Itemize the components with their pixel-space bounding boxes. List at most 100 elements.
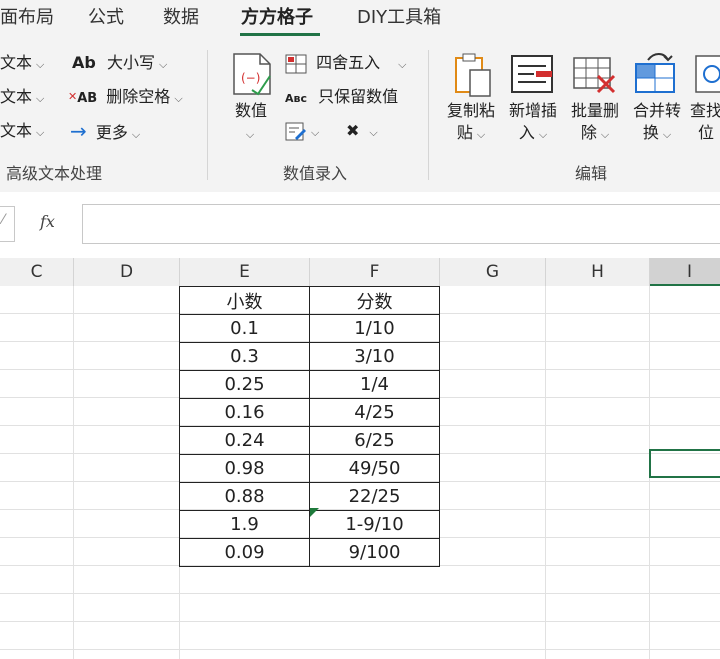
column-header-f[interactable]: F (310, 258, 440, 286)
fraction-cell[interactable]: 9/100 (309, 538, 440, 567)
form-edit-icon (285, 122, 306, 140)
tab-formulas[interactable]: 公式 (88, 6, 124, 30)
keep-value-button[interactable]: Aʙc 只保留数值 (285, 86, 398, 108)
case-button-label: 大小写 (106, 53, 155, 72)
delete-space-icon: ✕AB (68, 90, 98, 106)
fx-icon[interactable]: fx (40, 212, 55, 231)
chevron-down-icon: ⌵ (538, 128, 548, 141)
chevron-down-icon: ⌵ (174, 92, 183, 105)
merge-convert-label-1: 合并转 (632, 101, 681, 120)
text-button-3[interactable]: 文本 ⌵ (0, 120, 44, 142)
tools-icon: ✖ (346, 121, 360, 140)
chevron-down-icon: ⌵ (600, 128, 610, 141)
grid-line (0, 593, 720, 594)
decimal-cell[interactable]: 0.16 (179, 398, 310, 427)
chevron-down-icon: ⌵ (311, 126, 320, 139)
column-header-e[interactable]: E (180, 258, 310, 286)
find-locate-icon[interactable] (694, 54, 720, 96)
fraction-cell[interactable]: 22/25 (309, 482, 440, 511)
decimal-cell[interactable]: 0.25 (179, 370, 310, 399)
chevron-down-icon: ⌵ (36, 126, 45, 139)
tab-fangfang[interactable]: 方方格子 (241, 6, 313, 30)
text-button-3-label: 文本 (0, 121, 33, 140)
fraction-cell[interactable]: 6/25 (309, 426, 440, 455)
error-indicator-icon[interactable] (310, 508, 319, 517)
group-label-edit: 编辑 (575, 164, 608, 183)
insert-label-1: 新增插 (508, 101, 557, 120)
fraction-cell[interactable]: 4/25 (309, 398, 440, 427)
delete-space-button[interactable]: ✕AB 删除空格 ⌵ (68, 86, 183, 108)
batch-delete-label-2: 除 (580, 123, 597, 142)
column-header-c[interactable]: C (0, 258, 74, 286)
decimal-cell[interactable]: 0.3 (179, 342, 310, 371)
merge-convert-icon[interactable] (634, 50, 680, 96)
text-button-1[interactable]: 文本 ⌵ (0, 52, 44, 74)
tab-diy-toolbox[interactable]: DIY工具箱 (357, 6, 441, 30)
edit-form-button[interactable]: ⌵ (285, 120, 319, 142)
data-table: 小数 分数 0.1 1/10 0.3 3/10 0.25 1/4 0.16 4/… (179, 286, 440, 567)
insert-icon[interactable] (510, 54, 556, 96)
fraction-cell[interactable]: 49/50 (309, 454, 440, 483)
formula-input[interactable] (82, 204, 720, 244)
column-header-d[interactable]: D (74, 258, 180, 286)
numeric-value-icon[interactable]: (−) (230, 52, 274, 96)
text-button-1-label: 文本 (0, 53, 33, 72)
copy-paste-label[interactable]: 复制粘贴 ⌵ (440, 100, 502, 146)
grid-line (0, 649, 720, 650)
table-row: 0.09 9/100 (179, 538, 440, 567)
header-cell-decimal[interactable]: 小数 (179, 286, 310, 315)
decimal-cell[interactable]: 0.09 (179, 538, 310, 567)
table-row: 0.16 4/25 (179, 398, 440, 427)
active-tab-indicator (240, 33, 320, 36)
decimal-cell[interactable]: 0.88 (179, 482, 310, 511)
decimal-cell[interactable]: 0.1 (179, 314, 310, 343)
table-row: 0.3 3/10 (179, 342, 440, 371)
group-label-text-processing: 高级文本处理 (6, 164, 103, 183)
fraction-cell[interactable]: 1-9/10 (309, 510, 440, 539)
insert-label[interactable]: 新增插入 ⌵ (502, 100, 564, 146)
tools-button[interactable]: ✖ ⌵ (346, 120, 378, 142)
column-headers: C D E F G H I (0, 258, 720, 287)
group-label-numeric: 数值录入 (283, 164, 348, 183)
table-row: 0.25 1/4 (179, 370, 440, 399)
sheet-grid[interactable]: 小数 分数 0.1 1/10 0.3 3/10 0.25 1/4 0.16 4/… (0, 286, 720, 659)
chevron-down-icon: ⌵ (36, 92, 45, 105)
text-button-2[interactable]: 文本 ⌵ (0, 86, 44, 108)
active-cell-selection[interactable] (649, 449, 720, 478)
fraction-cell[interactable]: 1/10 (309, 314, 440, 343)
decimal-cell[interactable]: 1.9 (179, 510, 310, 539)
text-button-2-label: 文本 (0, 87, 33, 106)
keep-value-label: 只保留数值 (318, 87, 399, 106)
merge-convert-label[interactable]: 合并转换 ⌵ (626, 100, 688, 146)
grid-line (0, 621, 720, 622)
more-button[interactable]: → 更多 ⌵ (70, 120, 140, 142)
column-header-g[interactable]: G (440, 258, 546, 286)
chevron-down-icon: ⌵ (131, 128, 141, 141)
cancel-formula-icon[interactable]: ⁄ (2, 212, 4, 228)
copy-paste-label-1: 复制粘 (446, 101, 495, 120)
fraction-cell[interactable]: 3/10 (309, 342, 440, 371)
group-separator (428, 50, 429, 180)
find-locate-label[interactable]: 查找位 (686, 100, 720, 144)
chevron-down-icon: ⌵ (36, 58, 45, 71)
case-ab-icon: Ab (72, 53, 96, 72)
chevron-down-icon[interactable]: ⌵ (240, 124, 260, 146)
table-header-row: 小数 分数 (179, 286, 440, 315)
copy-paste-icon[interactable] (452, 52, 496, 98)
tab-data[interactable]: 数据 (163, 6, 199, 30)
svg-text:(−): (−) (241, 71, 260, 85)
column-header-h[interactable]: H (546, 258, 650, 286)
fraction-cell[interactable]: 1/4 (309, 370, 440, 399)
batch-delete-label[interactable]: 批量删除 ⌵ (564, 100, 626, 146)
decimal-cell[interactable]: 0.98 (179, 454, 310, 483)
copy-paste-label-2: 贴 (456, 123, 473, 142)
more-button-label: 更多 (95, 123, 128, 142)
round-button[interactable]: 四舍五入 ⌵ (285, 52, 406, 74)
batch-delete-icon[interactable] (572, 54, 618, 96)
column-header-i[interactable]: I (650, 258, 720, 286)
numeric-value-label[interactable]: 数值 (228, 100, 274, 122)
case-button[interactable]: Ab 大小写 ⌵ (72, 52, 167, 74)
decimal-cell[interactable]: 0.24 (179, 426, 310, 455)
header-cell-fraction[interactable]: 分数 (309, 286, 440, 315)
tab-page-layout[interactable]: 面布局 (0, 6, 54, 30)
